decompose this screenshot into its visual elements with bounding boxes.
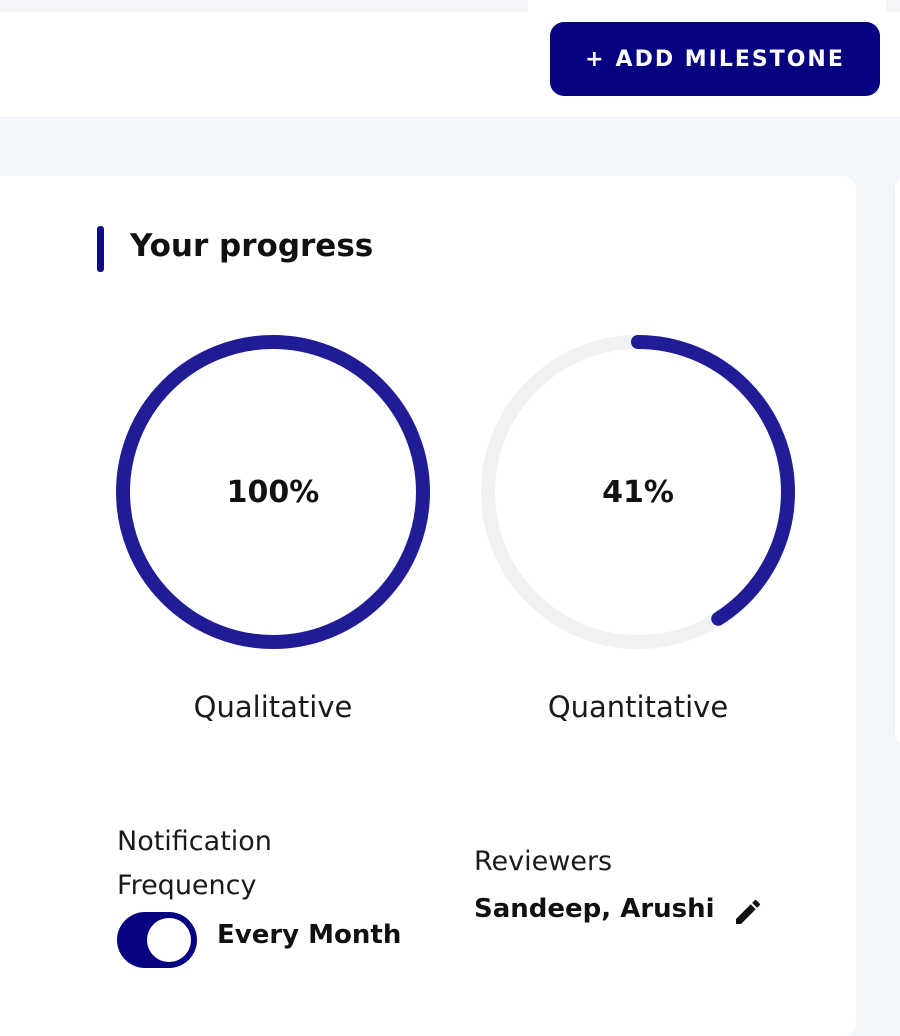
notification-frequency-label: Notification Frequency: [117, 826, 272, 901]
section-accent-bar: [97, 226, 104, 272]
notification-toggle[interactable]: [117, 912, 197, 968]
qualitative-gauge-value: 100%: [226, 474, 320, 510]
quantitative-gauge: 41%: [478, 332, 798, 652]
add-milestone-button[interactable]: + ADD MILESTONE: [550, 22, 880, 96]
reviewers-value: Sandeep, Arushi: [474, 894, 715, 924]
quantitative-gauge-value: 41%: [602, 474, 674, 510]
notification-frequency-value: Every Month: [217, 920, 402, 950]
reviewers-label: Reviewers: [474, 846, 613, 877]
adjacent-card: [893, 176, 900, 746]
quantitative-label: Quantitative: [547, 690, 729, 724]
section-title: Your progress: [130, 228, 374, 264]
add-milestone-label: ADD MILESTONE: [615, 46, 845, 72]
top-strip-gap: [528, 0, 886, 12]
plus-icon: +: [585, 46, 606, 72]
qualitative-label: Qualitative: [193, 690, 353, 724]
qualitative-gauge: 100%: [113, 332, 433, 652]
pencil-icon[interactable]: [732, 896, 764, 928]
toggle-knob: [147, 918, 191, 962]
